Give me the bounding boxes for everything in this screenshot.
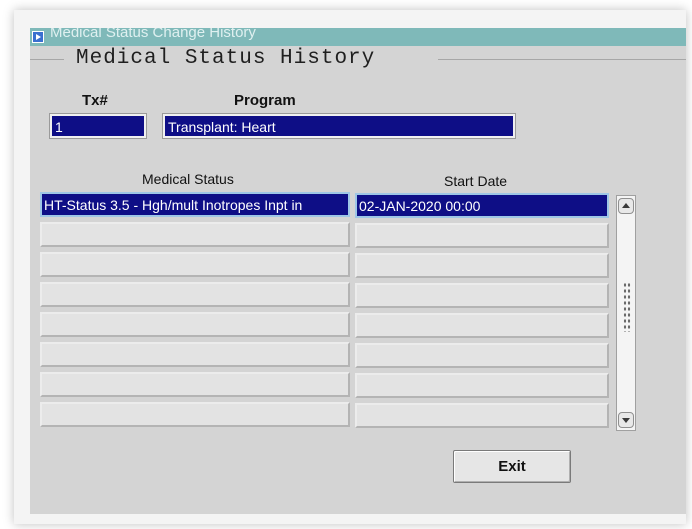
app-icon — [32, 31, 44, 43]
section-divider-left — [30, 59, 64, 60]
medical-status-cell[interactable] — [40, 372, 350, 397]
medical-status-cell[interactable] — [40, 282, 350, 307]
start-date-cell[interactable] — [355, 313, 609, 338]
section-title: Medical Status History — [76, 47, 376, 70]
start-date-cell[interactable] — [355, 253, 609, 278]
medical-status-history-window: Medical Status Change History Medical St… — [30, 28, 686, 514]
scroll-down-icon[interactable] — [618, 412, 634, 428]
program-label: Program — [234, 92, 296, 109]
start-date-cell[interactable] — [355, 373, 609, 398]
medical-status-cell[interactable] — [40, 342, 350, 367]
start-date-cell[interactable]: 02-JAN-2020 00:00 — [355, 193, 609, 218]
medical-status-cell[interactable] — [40, 312, 350, 337]
scroll-grip-icon[interactable] — [623, 282, 631, 332]
column-header-start-date: Start Date — [444, 173, 508, 189]
section-divider-right — [438, 59, 686, 60]
scroll-up-icon[interactable] — [618, 198, 634, 214]
tx-number-field[interactable]: 1 — [49, 113, 147, 139]
exit-button[interactable]: Exit — [453, 450, 571, 483]
vertical-scrollbar[interactable] — [616, 195, 636, 431]
start-date-cell[interactable] — [355, 343, 609, 368]
start-date-cell[interactable] — [355, 283, 609, 308]
medical-status-cell[interactable] — [40, 222, 350, 247]
medical-status-cell[interactable] — [40, 402, 350, 427]
window-title: Medical Status Change History — [50, 28, 256, 41]
medical-status-cell[interactable] — [40, 252, 350, 277]
program-field[interactable]: Transplant: Heart — [162, 113, 516, 139]
start-date-cell[interactable] — [355, 223, 609, 248]
column-header-medical-status: Medical Status — [142, 171, 234, 187]
title-bar[interactable]: Medical Status Change History — [30, 28, 686, 46]
tx-label: Tx# — [82, 92, 108, 109]
medical-status-cell[interactable]: HT-Status 3.5 - Hgh/mult Inotropes Inpt … — [40, 192, 350, 217]
start-date-cell[interactable] — [355, 403, 609, 428]
